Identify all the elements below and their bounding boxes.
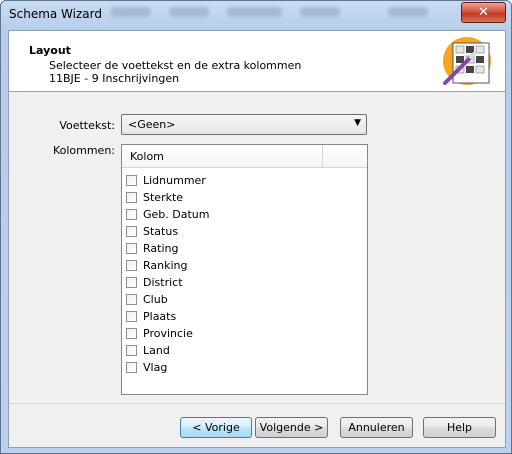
- list-item[interactable]: Land: [126, 342, 209, 359]
- list-rows: Lidnummer Sterkte Geb. Datum Status Rati…: [126, 172, 209, 376]
- list-item[interactable]: Lidnummer: [126, 172, 209, 189]
- close-button[interactable]: ✕: [461, 2, 506, 23]
- blurred-background-tabs: [111, 7, 428, 17]
- previous-button[interactable]: < Vorige: [180, 417, 252, 438]
- close-icon: ✕: [478, 5, 489, 20]
- footer-select-value: <Geen>: [128, 118, 176, 131]
- blurred-tab: [227, 7, 282, 17]
- list-item[interactable]: Plaats: [126, 308, 209, 325]
- list-item[interactable]: Rating: [126, 240, 209, 257]
- list-item-label: Provincie: [143, 327, 193, 340]
- columns-label: Kolommen:: [52, 144, 115, 157]
- list-item-label: Lidnummer: [143, 174, 206, 187]
- list-item-label: Ranking: [143, 259, 188, 272]
- next-button[interactable]: Volgende >: [255, 417, 328, 438]
- list-item-label: Plaats: [143, 310, 177, 323]
- list-item[interactable]: Sterkte: [126, 189, 209, 206]
- list-item[interactable]: Status: [126, 223, 209, 240]
- list-item-label: Club: [143, 293, 168, 306]
- dialog-client-area: Layout Selecteer de voettekst en de extr…: [8, 30, 506, 448]
- wizard-schema-icon: [443, 37, 491, 85]
- page-subtitle: Selecteer de voettekst en de extra kolom…: [49, 59, 302, 72]
- cancel-button[interactable]: Annuleren: [340, 417, 413, 438]
- checkbox[interactable]: [126, 311, 137, 322]
- checkbox[interactable]: [126, 362, 137, 373]
- checkbox[interactable]: [126, 277, 137, 288]
- column-divider: [322, 145, 323, 167]
- list-item-label: District: [143, 276, 183, 289]
- checkbox[interactable]: [126, 209, 137, 220]
- list-item-label: Status: [143, 225, 179, 238]
- blurred-tab: [111, 7, 151, 17]
- list-item[interactable]: Provincie: [126, 325, 209, 342]
- page-title: Layout: [29, 44, 71, 57]
- column-header-kolom: Kolom: [130, 150, 164, 163]
- checkbox[interactable]: [126, 243, 137, 254]
- wizard-window: Schema Wizard ✕ Layout Selecteer de voet…: [0, 0, 512, 454]
- footer-divider: [9, 403, 505, 404]
- list-item[interactable]: Geb. Datum: [126, 206, 209, 223]
- list-header[interactable]: Kolom: [122, 145, 367, 168]
- list-item-label: Sterkte: [143, 191, 184, 204]
- blurred-tab: [388, 7, 428, 17]
- chevron-down-icon: ▼: [354, 118, 361, 128]
- checkbox[interactable]: [126, 294, 137, 305]
- checkbox[interactable]: [126, 192, 137, 203]
- checkbox[interactable]: [126, 328, 137, 339]
- blurred-tab: [300, 7, 340, 17]
- checkbox[interactable]: [126, 345, 137, 356]
- list-item-label: Geb. Datum: [143, 208, 210, 221]
- checkbox[interactable]: [126, 226, 137, 237]
- list-item[interactable]: Club: [126, 291, 209, 308]
- list-item-label: Land: [143, 344, 170, 357]
- blurred-tab: [169, 7, 209, 17]
- list-item-label: Vlag: [143, 361, 168, 374]
- title-bar[interactable]: Schema Wizard ✕: [1, 1, 511, 29]
- list-item-label: Rating: [143, 242, 179, 255]
- footer-select[interactable]: <Geen> ▼: [121, 114, 367, 135]
- window-title: Schema Wizard: [9, 7, 102, 21]
- page-info: 11BJE - 9 Inschrijvingen: [49, 72, 180, 85]
- footer-label: Voettekst:: [59, 119, 115, 132]
- checkbox[interactable]: [126, 175, 137, 186]
- wizard-header: Layout Selecteer de voettekst en de extr…: [9, 31, 505, 92]
- list-item[interactable]: District: [126, 274, 209, 291]
- list-item[interactable]: Vlag: [126, 359, 209, 376]
- checkbox[interactable]: [126, 260, 137, 271]
- list-item[interactable]: Ranking: [126, 257, 209, 274]
- help-button[interactable]: Help: [423, 417, 496, 438]
- columns-list[interactable]: Kolom Lidnummer Sterkte Geb. Datum Statu…: [121, 144, 368, 395]
